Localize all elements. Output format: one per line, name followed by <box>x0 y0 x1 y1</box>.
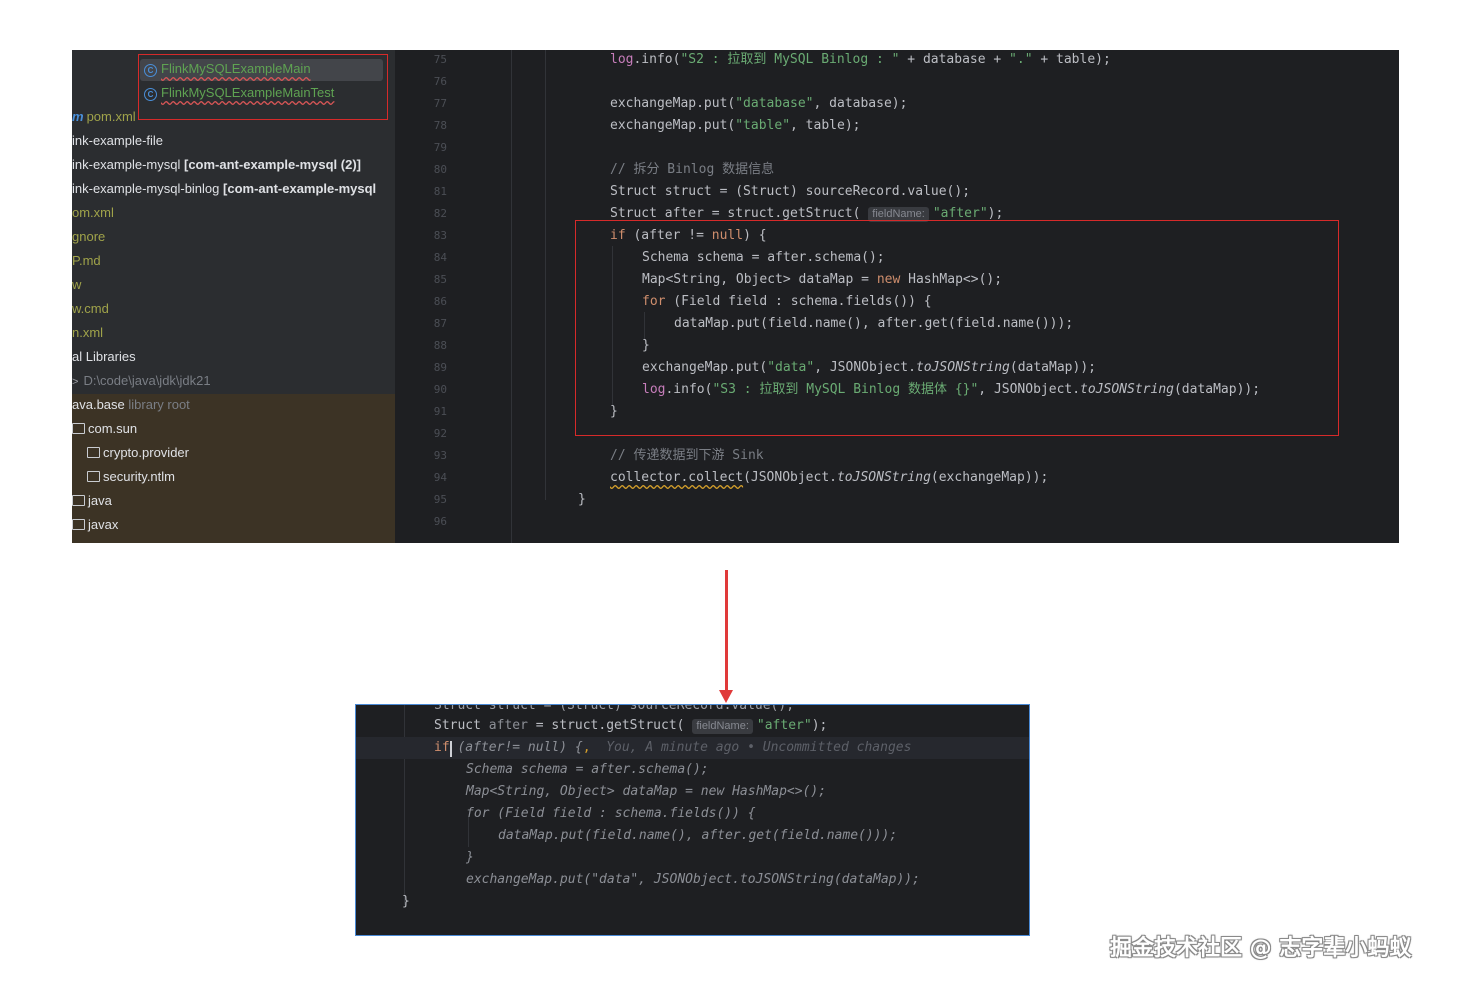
folder-icon <box>87 471 100 482</box>
watermark: 掘金技术社区 @ 志字辈小蚂蚁 <box>1110 936 1412 961</box>
tree-item-file[interactable]: n.xml <box>72 321 103 345</box>
folder-icon <box>72 519 85 530</box>
code-line-75[interactable]: log.info("S2 : 拉取到 MySQL Binlog : " + da… <box>610 50 1111 71</box>
code-line-struct-after[interactable]: Struct after = struct.getStruct( fieldNa… <box>434 715 827 737</box>
code-line-77[interactable]: exchangeMap.put("database", database); <box>610 93 907 115</box>
tree-item-module[interactable]: ink-example-file <box>72 129 163 153</box>
tree-item-pom[interactable]: m pom.xml <box>72 105 136 129</box>
code-line-80[interactable]: // 拆分 Binlog 数据信息 <box>610 159 774 181</box>
chevron-right-icon[interactable]: > <box>72 376 78 388</box>
folder-icon <box>87 447 100 458</box>
param-hint: fieldName: <box>692 719 753 734</box>
line-number: 84 <box>433 251 447 264</box>
maven-icon: m <box>72 109 84 124</box>
arrow-down-icon <box>719 690 733 703</box>
tree-item-file[interactable]: gnore <box>72 225 105 249</box>
tree-item-package[interactable]: security.ntlm <box>87 465 175 489</box>
line-number: 95 <box>433 493 447 506</box>
code-line-inline-hint: } <box>466 850 474 865</box>
line-number: 91 <box>433 405 447 418</box>
project-sidebar: C FlinkMySQLExampleMain C FlinkMySQLExampl… <box>72 50 395 543</box>
tree-item-file[interactable]: P.md <box>72 249 101 273</box>
ide-screenshot-bottom: Struct struct = (Struct) sourceRecord.va… <box>355 704 1030 936</box>
indent-guide <box>404 705 405 905</box>
line-number: 93 <box>433 449 447 462</box>
tree-item-package[interactable]: crypto.provider <box>87 441 189 465</box>
line-number: 75 <box>433 53 447 66</box>
line-number: 87 <box>433 317 447 330</box>
git-blame-annotation: You, A minute ago • Uncommitted changes <box>606 740 912 755</box>
line-number: 88 <box>433 339 447 352</box>
folder-icon <box>72 423 85 434</box>
code-line-inline-hint: Schema schema = after.schema(); <box>466 762 709 777</box>
indent-guide <box>545 50 546 500</box>
code-line-inline-hint: Map<String, Object> dataMap = new HashMa… <box>466 784 827 799</box>
tree-item-package[interactable]: javax <box>72 513 118 537</box>
line-number: 77 <box>433 97 447 110</box>
code-line-if[interactable]: if (after!= null) {, You, A minute ago •… <box>434 737 911 759</box>
line-number: 78 <box>433 119 447 132</box>
code-line-78[interactable]: exchangeMap.put("table", table); <box>610 115 860 137</box>
tree-item-package[interactable]: com.sun <box>72 417 137 441</box>
tree-item-module[interactable]: ink-example-mysql-binlog [com-ant-exampl… <box>72 177 376 201</box>
code-line-inline-hint: for (Field field : schema.fields()) { <box>466 806 756 821</box>
code-line-94[interactable]: collector.collect(JSONObject.toJSONStrin… <box>610 467 1048 489</box>
line-number: 90 <box>433 383 447 396</box>
line-number: 85 <box>433 273 447 286</box>
arrow-shaft <box>725 570 728 695</box>
code-line-close-brace[interactable]: } <box>402 891 410 913</box>
text-caret <box>450 741 452 757</box>
tree-item-file[interactable]: w <box>72 273 81 297</box>
line-number: 79 <box>433 141 447 154</box>
code-line-81[interactable]: Struct struct = (Struct) sourceRecord.va… <box>610 181 970 203</box>
code-line-inline-hint: exchangeMap.put("data", JSONObject.toJSO… <box>466 872 920 887</box>
line-number: 86 <box>433 295 447 308</box>
line-number: 80 <box>433 163 447 176</box>
line-number: 96 <box>433 515 447 528</box>
tree-item-jdk[interactable]: > D:\code\java\jdk\jdk21 <box>72 369 211 393</box>
tree-item-external-libraries[interactable]: al Libraries <box>72 345 136 369</box>
tree-item-file[interactable]: w.cmd <box>72 297 109 321</box>
tree-item-package[interactable]: java <box>72 489 112 513</box>
code-line-93[interactable]: // 传递数据到下游 Sink <box>610 445 764 467</box>
annotation-box-files <box>138 54 388 120</box>
line-number: 76 <box>433 75 447 88</box>
code-line-95[interactable]: } <box>578 489 586 511</box>
code-line-inline-hint: dataMap.put(field.name(), after.get(fiel… <box>498 828 898 843</box>
tree-item-java-base[interactable]: ava.base library root <box>72 393 190 417</box>
line-number: 81 <box>433 185 447 198</box>
line-number: 92 <box>433 427 447 440</box>
line-number: 82 <box>433 207 447 220</box>
annotation-box-code <box>575 220 1339 436</box>
folder-icon <box>72 495 85 506</box>
tree-item-module[interactable]: ink-example-mysql [com-ant-example-mysql… <box>72 153 361 177</box>
indent-guide <box>511 50 512 543</box>
tree-item-file[interactable]: om.xml <box>72 201 114 225</box>
line-number: 89 <box>433 361 447 374</box>
line-number: 83 <box>433 229 447 242</box>
line-number: 94 <box>433 471 447 484</box>
ide-screenshot-top: C FlinkMySQLExampleMain C FlinkMySQLExampl… <box>72 50 1399 543</box>
